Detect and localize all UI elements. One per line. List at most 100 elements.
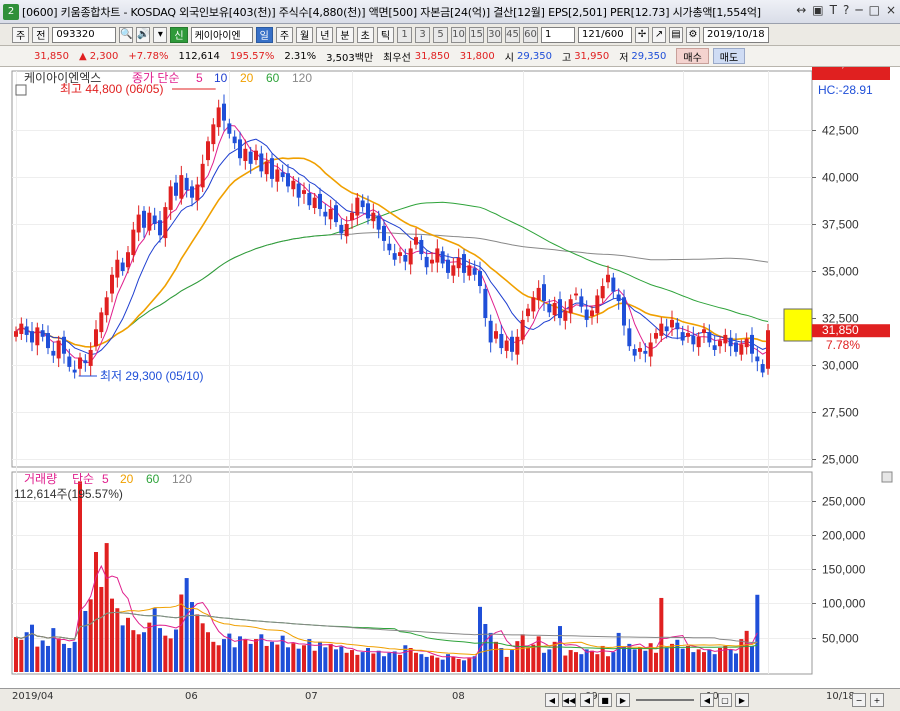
layout-icon[interactable]: ▣ <box>812 3 823 17</box>
candle-body <box>280 172 285 177</box>
zoom-out-button[interactable]: ◀ <box>700 693 714 707</box>
sound-icon[interactable]: 🔊 <box>136 26 151 43</box>
stop-button[interactable]: ■ <box>598 693 612 707</box>
volume-bar <box>654 652 658 672</box>
chart-area[interactable]: 42,500 40,000 37,500 35,000 32,500 30,000 27,5… <box>0 56 900 711</box>
stock-code-input[interactable]: 093320 <box>52 26 117 43</box>
candle-body <box>334 205 338 223</box>
volume-bar <box>718 648 722 672</box>
candle-body <box>686 333 690 337</box>
save-icon[interactable]: ▤ <box>669 26 684 43</box>
volume-bar <box>46 645 50 672</box>
stock-name-field[interactable]: 케이아이엔 <box>190 26 253 43</box>
scroll-left-button[interactable]: ◀ <box>545 693 559 707</box>
volume-tick-label: 100,000 <box>822 597 866 611</box>
trend-icon[interactable]: ↗ <box>652 26 667 43</box>
volume-bar <box>67 648 72 672</box>
maximize-icon[interactable]: □ <box>869 3 880 17</box>
buy-button[interactable]: 매수 <box>676 48 709 64</box>
ma-legend-item: 120 <box>292 71 312 85</box>
volume-bar <box>611 652 616 672</box>
volume-bar <box>408 648 413 672</box>
pin-icon[interactable]: ▾ <box>153 26 168 43</box>
volume-bar <box>707 649 712 672</box>
cursor-marker[interactable] <box>783 308 813 342</box>
help-icon[interactable]: ? <box>843 3 849 17</box>
chart-type-button[interactable]: 주 <box>12 26 30 43</box>
text-icon[interactable]: T <box>830 3 837 17</box>
grid-toggle-icon[interactable] <box>15 84 27 96</box>
search-icon[interactable]: 🔍 <box>119 26 134 43</box>
gear-icon[interactable]: ⚙ <box>686 26 701 43</box>
candle-body <box>392 253 397 260</box>
minus-button[interactable]: − <box>852 693 866 707</box>
candle-body <box>366 203 370 219</box>
interval-1-button[interactable]: 1 <box>397 26 413 43</box>
interval-60-button[interactable]: 60 <box>523 26 539 43</box>
next-button[interactable]: ▶ <box>616 693 630 707</box>
volume-bar <box>739 639 744 672</box>
candle-body <box>590 310 594 317</box>
period-second-button[interactable]: 초 <box>356 26 374 43</box>
count-value: 121 <box>582 29 602 40</box>
volume-bar <box>339 646 344 672</box>
volume-bar <box>387 652 392 672</box>
period-minute-button[interactable]: 분 <box>336 26 354 43</box>
candle-body <box>35 327 40 346</box>
interval-select[interactable]: 1 <box>541 26 576 43</box>
minimize-icon[interactable]: ─ <box>855 3 862 17</box>
period-year-button[interactable]: 년 <box>316 26 334 43</box>
panel-scroll-up-icon[interactable] <box>881 471 893 483</box>
period-tick-button[interactable]: 틱 <box>376 26 395 43</box>
candle-body <box>611 277 616 292</box>
candle-body <box>648 342 653 357</box>
close-icon[interactable]: × <box>886 3 896 17</box>
price-tick-label: 37,500 <box>822 218 859 232</box>
sell-button[interactable]: 매도 <box>712 48 746 64</box>
prev-button[interactable]: ◀ <box>580 693 594 707</box>
period-week-button[interactable]: 주 <box>275 26 294 43</box>
volume-bar <box>126 617 130 672</box>
interval-10-button[interactable]: 10 <box>451 26 467 43</box>
candle-body <box>344 224 349 237</box>
count-input[interactable]: 121/600 <box>578 26 633 43</box>
volume-bar <box>35 646 40 672</box>
bid-price: 31,800 <box>459 50 495 62</box>
period-month-button[interactable]: 월 <box>296 26 314 43</box>
volume-bar <box>643 650 648 672</box>
candle-body <box>163 207 168 239</box>
volume-bar <box>216 645 221 672</box>
candle-body <box>216 107 221 128</box>
zoom-slider[interactable] <box>636 699 694 701</box>
interval-30-button[interactable]: 30 <box>487 26 503 43</box>
candle-body <box>206 141 210 161</box>
candle-body <box>718 340 722 347</box>
candle-body <box>606 274 610 283</box>
candle-body <box>558 299 562 318</box>
rewind-button[interactable]: ◀◀ <box>562 693 576 707</box>
interval-45-button[interactable]: 45 <box>505 26 521 43</box>
candle-body <box>707 332 712 343</box>
high-label: 고 <box>561 52 572 64</box>
period-day-button[interactable]: 일 <box>255 26 273 43</box>
zoom-in-button[interactable]: ▶ <box>735 693 749 707</box>
volume-bar <box>483 624 488 672</box>
link-icon[interactable]: ↔ <box>796 3 806 17</box>
new-listing-badge: 신 <box>170 26 188 43</box>
interval-5-button[interactable]: 5 <box>433 26 449 43</box>
candle-body <box>339 224 344 234</box>
crosshair-icon[interactable]: ✢ <box>635 26 650 43</box>
date-input[interactable]: 2019/10/18 <box>703 26 770 43</box>
market-button[interactable]: 전 <box>32 26 50 43</box>
zoom-fit-button[interactable]: ▢ <box>718 693 732 707</box>
plus-button[interactable]: + <box>870 693 884 707</box>
stock-chart[interactable]: 42,50040,00037,50035,00032,50030,00027,5… <box>0 56 900 688</box>
volume-bar <box>136 634 141 672</box>
volume-bar <box>286 647 290 672</box>
volume-bar <box>195 614 200 672</box>
volume-current-label: 112,614주(195.57%) <box>14 487 123 501</box>
interval-3-button[interactable]: 3 <box>415 26 431 43</box>
candle-body <box>115 259 120 278</box>
interval-15-button[interactable]: 15 <box>469 26 485 43</box>
candle-body <box>574 293 578 296</box>
